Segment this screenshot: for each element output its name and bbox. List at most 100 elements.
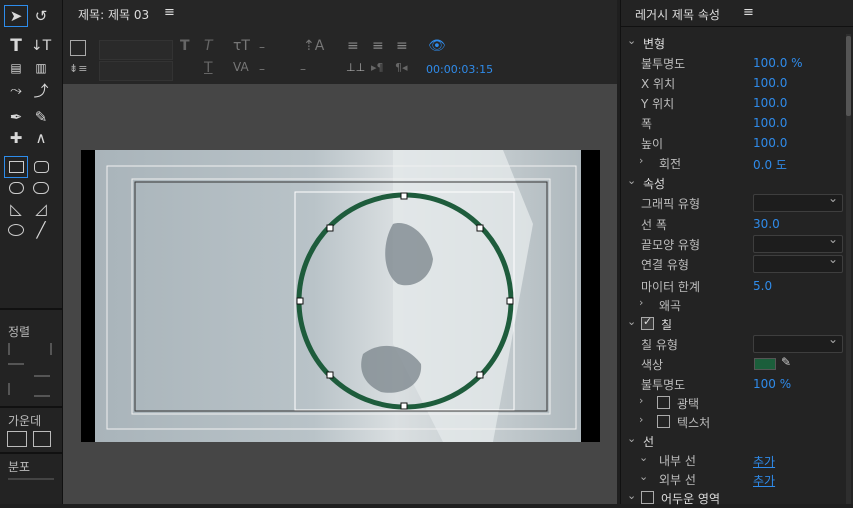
fill-type-select[interactable] [753, 332, 843, 353]
height-value[interactable]: 100.0 [753, 136, 787, 150]
outer-stroke-add-link[interactable]: 추가 [753, 472, 775, 489]
sheen-checkbox[interactable] [657, 396, 670, 409]
area-type-tool-icon[interactable]: ▤ [5, 58, 27, 78]
join-type-select[interactable] [753, 252, 843, 273]
rectangle-tool-icon[interactable] [4, 156, 28, 178]
fill-color-label: 색상 [641, 358, 664, 372]
align-middle-icon[interactable] [8, 383, 26, 395]
distort-row[interactable]: › 왜곡 [621, 295, 853, 315]
arc-tool-icon[interactable]: ◿ [30, 199, 52, 219]
align-top-icon[interactable] [34, 363, 50, 377]
rounded-rectangle-tool-icon[interactable] [30, 157, 52, 177]
new-title-icon[interactable] [70, 40, 86, 56]
rounded-corner-rectangle-tool-icon[interactable] [30, 178, 52, 198]
line-width-value[interactable]: 30.0 [753, 217, 780, 231]
x-position-value[interactable]: 100.0 [753, 76, 787, 90]
editor-tab-title[interactable]: 제목: 제목 03 [78, 6, 149, 23]
font-family-select[interactable] [99, 40, 173, 60]
add-anchor-tool-icon[interactable]: ✚ [5, 128, 27, 148]
texture-checkbox[interactable] [657, 415, 670, 428]
wedge-tool-icon[interactable]: ◺ [5, 199, 27, 219]
outer-stroke-row: ⌄ 외부 선 추가 [621, 469, 853, 489]
section-shadow[interactable]: ⌄ 어두운 영역 [621, 488, 853, 508]
eyedropper-icon[interactable]: ✎ [781, 355, 791, 369]
align-left-icon[interactable] [8, 343, 26, 355]
section-transform[interactable]: ⌄ 변형 [621, 33, 853, 53]
width-value[interactable]: 100.0 [753, 116, 787, 130]
line-tool-icon[interactable]: ╱ [30, 220, 52, 240]
bold-icon[interactable]: T [180, 38, 190, 54]
leading-value[interactable]: – [300, 62, 306, 76]
scrollbar-thumb[interactable] [846, 36, 851, 116]
font-style-select[interactable] [99, 61, 173, 81]
editor-tab-bar: 제목: 제목 03 ≡ [63, 0, 617, 28]
section-stroke-label: 선 [643, 435, 655, 449]
graphic-type-select[interactable] [753, 191, 843, 212]
y-position-value[interactable]: 100.0 [753, 96, 787, 110]
template-icon[interactable]: ▸¶ [371, 61, 384, 74]
fill-color-swatch[interactable] [754, 358, 776, 370]
align-bottom-icon[interactable] [34, 383, 50, 397]
properties-menu-icon[interactable]: ≡ [743, 5, 754, 20]
rotation-value[interactable]: 0.0 도 [753, 156, 787, 173]
paragraph-icon[interactable]: ¶◂ [395, 61, 408, 74]
center-horizontal-icon[interactable] [7, 431, 27, 447]
delete-anchor-tool-icon[interactable]: ✎ [30, 107, 52, 127]
inner-stroke-add-link[interactable]: 추가 [753, 453, 775, 470]
align-left-text-icon[interactable]: ≡ [347, 38, 359, 54]
italic-icon[interactable]: T [204, 38, 213, 54]
clipped-corner-rectangle-tool-icon[interactable] [5, 178, 27, 198]
height-row: 높이 100.0 [621, 133, 853, 153]
fill-checkbox[interactable] [641, 315, 654, 330]
align-buttons [8, 343, 54, 403]
align-center-icon[interactable] [34, 343, 52, 355]
rotation-tool-icon[interactable]: ↺ [30, 6, 52, 26]
cap-type-label: 끝모양 유형 [641, 238, 701, 252]
join-type-label: 연결 유형 [641, 258, 689, 272]
chevron-down-icon: ⌄ [627, 315, 637, 328]
distort-label: 왜곡 [659, 299, 682, 313]
tab-ruler-icon[interactable]: ⊥⊥ [346, 61, 365, 74]
rotation-label: 회전 [659, 157, 682, 171]
selection-tool-icon[interactable]: ➤ [4, 5, 28, 27]
kerning-value[interactable]: – [259, 62, 265, 76]
vertical-path-type-tool-icon[interactable]: ⤴ [30, 80, 52, 100]
shadow-checkbox[interactable] [641, 491, 654, 504]
center-vertical-icon[interactable] [33, 431, 51, 447]
vertical-type-tool-icon[interactable]: ↓T [30, 36, 52, 56]
font-size-value[interactable]: – [259, 40, 265, 54]
section-stroke[interactable]: ⌄ 선 [621, 431, 853, 451]
tab-stops-icon[interactable]: ⇟≡ [69, 62, 87, 75]
align-center-text-icon[interactable]: ≡ [372, 38, 384, 54]
properties-panel-title: 레거시 제목 속성 [635, 8, 720, 22]
chevron-right-icon: › [639, 413, 644, 426]
miter-limit-value[interactable]: 5.0 [753, 279, 772, 293]
show-background-video-icon[interactable]: 👁 [428, 38, 446, 54]
rotation-row[interactable]: › 회전 0.0 도 [621, 153, 853, 173]
underline-icon[interactable]: T [204, 60, 213, 76]
chevron-right-icon: › [639, 296, 644, 309]
editor-tab-menu-icon[interactable]: ≡ [164, 5, 175, 20]
sheen-row[interactable]: › 광택 [621, 393, 853, 413]
texture-row[interactable]: › 텍스처 [621, 412, 853, 432]
vertical-area-type-tool-icon[interactable]: ▥ [30, 58, 52, 78]
align-right-icon[interactable] [8, 363, 24, 377]
fill-opacity-value[interactable]: 100 % [753, 377, 791, 391]
width-row: 폭 100.0 [621, 113, 853, 133]
title-canvas[interactable] [63, 84, 617, 504]
properties-scrollbar[interactable] [846, 34, 851, 504]
join-type-row: 연결 유형 [621, 252, 853, 274]
type-tool-icon[interactable]: T [5, 36, 27, 56]
cap-type-select[interactable] [753, 232, 843, 253]
align-right-text-icon[interactable]: ≡ [396, 38, 408, 54]
line-width-label: 선 폭 [641, 218, 667, 232]
convert-anchor-tool-icon[interactable]: ∧ [30, 128, 52, 148]
opacity-value[interactable]: 100.0 % [753, 56, 803, 70]
path-type-tool-icon[interactable]: ⤳ [5, 80, 27, 100]
section-fill[interactable]: ⌄ 칠 [621, 314, 853, 334]
chevron-down-icon: ⌄ [627, 174, 637, 187]
timecode[interactable]: 00:00:03:15 [426, 63, 493, 76]
ellipse-tool-icon[interactable] [5, 220, 27, 240]
pen-tool-icon[interactable]: ✒ [5, 107, 27, 127]
section-properties[interactable]: ⌄ 속성 [621, 173, 853, 193]
